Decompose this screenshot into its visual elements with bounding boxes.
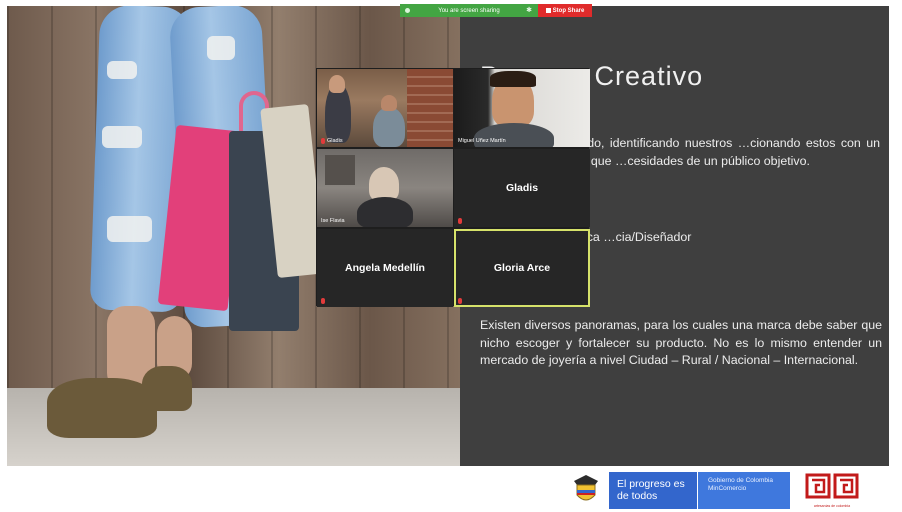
person-shape xyxy=(373,107,405,147)
participant-status xyxy=(321,298,325,304)
sharing-indicator-icon xyxy=(405,8,410,13)
participant-status xyxy=(458,218,462,224)
screen-sharing-status[interactable]: You are screen sharing ✱ xyxy=(400,4,538,17)
colombia-crest-icon xyxy=(568,472,604,508)
participant-tile[interactable]: Miguel Uñez Martín xyxy=(454,69,590,147)
participant-name: Gladis xyxy=(505,182,539,194)
participant-tile[interactable]: Angela Medellín xyxy=(317,229,453,307)
muted-mic-icon xyxy=(321,138,325,144)
jeans-rip xyxy=(207,36,235,60)
background-object xyxy=(325,155,355,185)
active-speaker-tile[interactable]: Gloria Arce xyxy=(454,229,590,307)
share-options-icon[interactable]: ✱ xyxy=(526,6,532,14)
jeans-rip xyxy=(102,126,142,148)
shoe xyxy=(47,378,157,438)
participant-name-label: Gladis xyxy=(321,138,343,144)
jeans-rip xyxy=(107,61,137,79)
person-shape xyxy=(329,75,345,93)
participant-video xyxy=(317,149,453,227)
participant-name-label: Miguel Uñez Martín xyxy=(458,138,506,144)
person-shape xyxy=(490,71,536,87)
slide-paragraph-3: Existen diversos panoramas, para los cua… xyxy=(480,318,882,367)
screen-sharing-text: You are screen sharing xyxy=(438,7,500,14)
artesanias-logo: artesanías de colombia xyxy=(803,472,861,509)
person-shape xyxy=(357,197,413,227)
video-gallery: Gladis Miguel Uñez Martín Ise Flavia Gla… xyxy=(316,68,590,307)
jeans-rip xyxy=(107,216,152,242)
participant-name: Gloria Arce xyxy=(493,262,551,274)
screen-share-bar: You are screen sharing ✱ Stop Share xyxy=(400,4,592,17)
participant-video xyxy=(454,69,590,147)
participant-status xyxy=(458,298,462,304)
stop-icon xyxy=(545,8,551,13)
stop-share-button[interactable]: Stop Share xyxy=(538,4,592,17)
person-shape xyxy=(369,167,399,201)
stop-share-label: Stop Share xyxy=(552,7,585,14)
artesanias-logo-icon xyxy=(805,473,859,499)
participant-name: Miguel Uñez Martín xyxy=(458,138,506,144)
participant-name: Gladis xyxy=(327,138,343,144)
participant-name: Angela Medellín xyxy=(345,262,425,274)
muted-mic-icon xyxy=(321,298,325,304)
participant-tile[interactable]: Gladis xyxy=(317,69,453,147)
artesanias-caption: artesanías de colombia xyxy=(813,504,851,508)
gobierno-colombia-logo: Gobierno de Colombia MinComercio xyxy=(698,472,790,509)
participant-video xyxy=(317,69,453,147)
muted-mic-icon xyxy=(458,298,462,304)
participant-name-label: Ise Flavia xyxy=(321,218,345,224)
person-shape xyxy=(381,95,397,111)
participant-tile[interactable]: Gladis xyxy=(454,149,590,227)
shoe xyxy=(142,366,192,411)
participant-name: Ise Flavia xyxy=(321,218,345,224)
el-progreso-logo: El progreso es de todos xyxy=(609,472,697,509)
brick-wall xyxy=(407,69,453,147)
muted-mic-icon xyxy=(458,218,462,224)
participant-tile[interactable]: Ise Flavia xyxy=(317,149,453,227)
